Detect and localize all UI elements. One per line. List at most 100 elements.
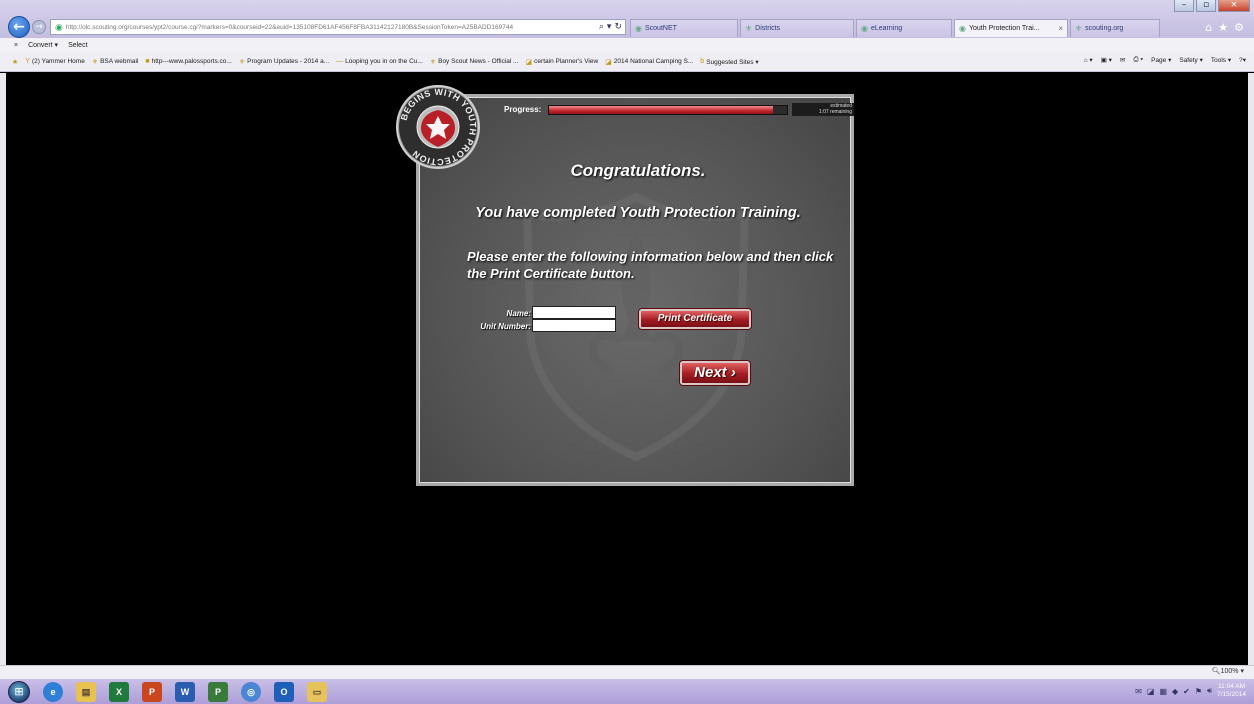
bsa-tab-icon: ⚜ xyxy=(1075,24,1083,33)
back-button[interactable]: ← xyxy=(8,16,30,38)
favorite-link[interactable]: ◪ 2014 National Camping S... xyxy=(605,58,693,66)
bsa-icon: ⚜ xyxy=(238,58,246,66)
tab-label: Youth Protection Trai... xyxy=(968,25,1040,32)
favorite-link[interactable]: ◪ certain Planner's View xyxy=(526,58,599,66)
favorites-star-icon[interactable]: ★ xyxy=(1218,21,1228,34)
convert-button[interactable]: Convert ▾ xyxy=(28,41,58,49)
maximize-button[interactable]: ▫ xyxy=(1196,0,1216,12)
dash-icon: — xyxy=(336,58,344,65)
status-bar: 🔍︎100% ▾ xyxy=(0,665,1254,679)
congratulations-heading: Congratulations. xyxy=(570,161,706,180)
tab-scouting-org[interactable]: ⚜ scouting.org xyxy=(1070,19,1160,37)
zoom-level[interactable]: 🔍︎100% ▾ xyxy=(1212,667,1244,675)
site-icon: ◪ xyxy=(525,58,533,66)
project-icon[interactable]: P xyxy=(208,681,228,702)
command-bar: × Convert ▾ Select xyxy=(0,38,1254,52)
ie-tab-icon: ◉ xyxy=(635,24,642,33)
bing-icon: b xyxy=(700,58,705,65)
settings-gear-icon[interactable]: ⚙ xyxy=(1234,21,1244,34)
favorite-link[interactable]: b Suggested Sites ▾ xyxy=(700,58,758,66)
tab-close-icon[interactable]: × xyxy=(1058,24,1063,33)
file-explorer-icon[interactable]: ▤ xyxy=(76,681,96,702)
tab-label: eLearning xyxy=(870,25,903,32)
select-button[interactable]: Select xyxy=(68,42,87,49)
powerpoint-icon[interactable]: P xyxy=(142,681,162,702)
unit-number-field[interactable] xyxy=(532,319,616,332)
favorite-link[interactable]: ⚜ Boy Scout News - Official ... xyxy=(430,58,519,66)
lync-icon[interactable]: ◎ xyxy=(241,681,261,702)
print-icon[interactable]: ⎙ ▾ xyxy=(1133,56,1143,64)
internet-explorer-icon[interactable]: e xyxy=(43,681,63,702)
home-icon[interactable]: ⌂ xyxy=(1205,21,1212,34)
youth-protection-seal-icon: BEGINS WITH YOUTH PROTECTION xyxy=(396,85,480,169)
outlook-icon[interactable]: O xyxy=(274,681,294,702)
tray-flag-icon[interactable]: ⚑ xyxy=(1195,687,1202,696)
completion-message: You have completed Youth Protection Trai… xyxy=(475,205,801,221)
tab-districts[interactable]: ⚜ Districts xyxy=(740,19,854,37)
favorite-link[interactable]: ⚜ Program Updates - 2014 a... xyxy=(239,58,329,66)
time-remaining: estimated 1:07 remaining xyxy=(792,103,854,116)
tab-elearning[interactable]: ◉ eLearning xyxy=(856,19,952,37)
taskbar: ⊞ e ▤ X P W P ◎ O ▭ xyxy=(0,679,1254,704)
favorite-link[interactable]: Y (2) Yammer Home xyxy=(25,58,85,65)
system-tray: ✉ ◪ ▦ ◆ ✔ ⚑ 🔊︎ 11:04 AM 7/15/2014 xyxy=(1135,683,1246,699)
bsa-icon: ⚜ xyxy=(429,58,437,66)
close-toolbar-icon[interactable]: × xyxy=(14,42,18,49)
name-field[interactable] xyxy=(532,306,616,319)
course-panel: Progress: estimated 1:07 remaining Congr… xyxy=(416,94,854,486)
favorite-link[interactable]: ■ http---www.palossports.co... xyxy=(145,58,231,65)
progress-fill xyxy=(549,105,773,114)
word-icon[interactable]: W xyxy=(175,681,195,702)
print-certificate-button[interactable]: Print Certificate xyxy=(639,309,751,329)
start-button[interactable]: ⊞ xyxy=(8,680,30,703)
tab-label: scouting.org xyxy=(1085,25,1124,32)
progress-bar xyxy=(548,104,788,115)
excel-icon[interactable]: X xyxy=(109,681,129,702)
page-icon: ◉ xyxy=(55,21,63,32)
mail-icon[interactable]: ✉ xyxy=(1120,56,1125,64)
site-icon: ◪ xyxy=(605,58,612,66)
tools-menu[interactable]: Tools ▾ xyxy=(1211,56,1231,64)
folder-icon[interactable]: ▭ xyxy=(307,681,327,702)
tray-network-icon[interactable]: ▦ xyxy=(1159,687,1167,696)
name-label: Name: xyxy=(506,309,531,318)
zoom-icon: 🔍︎ xyxy=(1211,668,1221,675)
favorite-link[interactable]: ⚜ BSA webmail xyxy=(92,58,139,66)
tab-scoutnet[interactable]: ◉ ScoutNET xyxy=(630,19,738,37)
forward-button[interactable]: → xyxy=(32,20,46,34)
tray-volume-icon[interactable]: 🔊︎ xyxy=(1207,686,1212,696)
progress-label: Progress: xyxy=(504,105,542,114)
safety-menu[interactable]: Safety ▾ xyxy=(1179,56,1203,64)
feeds-icon[interactable]: ▣ ▾ xyxy=(1101,56,1112,64)
tray-check-icon[interactable]: ✔ xyxy=(1183,687,1190,696)
close-window-button[interactable]: × xyxy=(1218,0,1250,12)
dropdown-icon[interactable]: ▾ xyxy=(607,22,612,32)
clock[interactable]: 11:04 AM 7/15/2014 xyxy=(1217,683,1246,699)
tray-office-icon[interactable]: ◪ xyxy=(1147,687,1155,696)
yammer-icon: Y xyxy=(25,58,30,65)
tray-mail-icon[interactable]: ✉ xyxy=(1135,687,1142,696)
help-icon[interactable]: ?▾ xyxy=(1239,56,1246,64)
tab-youth-protection[interactable]: ◉ Youth Protection Trai... × xyxy=(954,19,1068,37)
search-icon[interactable]: ⌕ xyxy=(599,22,604,32)
favorite-link[interactable]: — Looping you in on the Cu... xyxy=(336,58,423,65)
refresh-icon[interactable]: ↻ xyxy=(614,22,622,32)
ie-tab-icon: ◉ xyxy=(959,24,966,33)
next-button[interactable]: Next › xyxy=(680,361,750,385)
tray-security-icon[interactable]: ◆ xyxy=(1172,687,1178,696)
tab-label: Districts xyxy=(755,25,781,32)
bsa-icon: ⚜ xyxy=(91,58,99,66)
home-menu-icon[interactable]: ⌂ ▾ xyxy=(1084,56,1093,64)
minimize-button[interactable]: – xyxy=(1174,0,1194,12)
instructions-text: Please enter the following information b… xyxy=(467,249,834,281)
page-menu[interactable]: Page ▾ xyxy=(1151,56,1171,64)
site-icon: ■ xyxy=(145,58,150,65)
tab-label: ScoutNET xyxy=(644,25,677,32)
command-menus: ⌂ ▾ ▣ ▾ ✉ ⎙ ▾ Page ▾ Safety ▾ Tools ▾ ?▾ xyxy=(1084,56,1246,64)
unit-number-label: Unit Number: xyxy=(480,322,531,331)
address-url[interactable]: http://olc.scouting.org/courses/ypt2/cou… xyxy=(66,24,596,31)
address-bar[interactable]: ◉ http://olc.scouting.org/courses/ypt2/c… xyxy=(50,19,626,35)
progress-row: Progress: estimated 1:07 remaining xyxy=(504,102,854,117)
favorites-star-icon[interactable]: ★ xyxy=(12,58,18,66)
ie-tab-icon: ◉ xyxy=(861,24,868,33)
